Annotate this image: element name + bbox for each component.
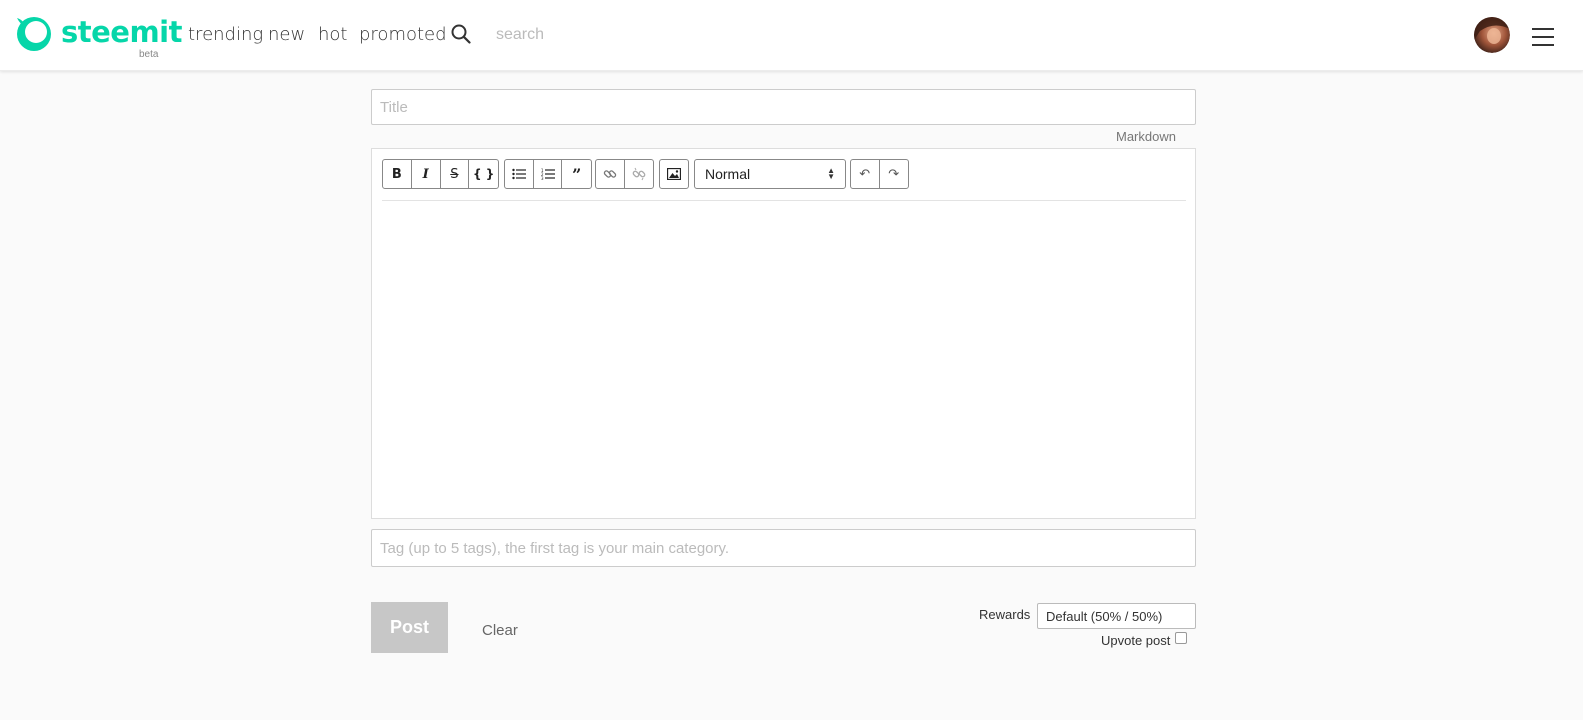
format-select-value: Normal [705, 166, 751, 182]
brand-name[interactable]: steemit [61, 15, 182, 49]
italic-icon[interactable]: I [412, 160, 441, 188]
nav-promoted[interactable]: promoted [359, 24, 447, 45]
unlink-icon[interactable] [625, 160, 653, 188]
image-button-group [659, 159, 689, 189]
rich-text-editor[interactable]: B I S { } 123 ” Normal ▲ ▼ ↶ ↷ [371, 148, 1196, 519]
nav-hot[interactable]: hot [318, 24, 347, 45]
link-icon[interactable] [596, 160, 625, 188]
clear-button[interactable]: Clear [482, 622, 518, 639]
redo-icon[interactable]: ↷ [880, 160, 908, 188]
upvote-post-label: Upvote post [1101, 633, 1171, 648]
user-avatar[interactable] [1474, 17, 1510, 53]
format-button-group: B I S { } [382, 159, 499, 189]
undo-icon[interactable]: ↶ [851, 160, 880, 188]
select-arrows-icon: ▲ ▼ [827, 166, 835, 181]
svg-text:3: 3 [541, 176, 544, 180]
ordered-list-icon[interactable]: 123 [534, 160, 563, 188]
title-input[interactable] [371, 89, 1196, 125]
link-button-group [595, 159, 654, 189]
format-select[interactable]: Normal ▲ ▼ [694, 159, 846, 189]
steemit-logo-icon[interactable] [14, 14, 54, 54]
image-icon[interactable] [660, 160, 688, 188]
blockquote-icon[interactable]: ” [562, 160, 591, 188]
search-icon[interactable] [451, 24, 471, 44]
nav-trending[interactable]: trending [188, 24, 263, 45]
search-input[interactable] [488, 21, 708, 49]
menu-icon[interactable] [1532, 28, 1554, 46]
rewards-select[interactable]: Default (50% / 50%) [1037, 603, 1196, 629]
post-button[interactable]: Post [371, 602, 448, 653]
strikethrough-icon[interactable]: S [441, 160, 470, 188]
tags-input[interactable] [371, 529, 1196, 567]
upvote-post-checkbox[interactable] [1175, 632, 1187, 644]
list-button-group: 123 ” [504, 159, 592, 189]
markdown-toggle-link[interactable]: Markdown [1116, 129, 1176, 144]
beta-label: beta [139, 49, 159, 60]
bold-icon[interactable]: B [383, 160, 412, 188]
history-button-group: ↶ ↷ [850, 159, 909, 189]
top-header: steemit beta trending new hot promoted [0, 0, 1583, 71]
bullet-list-icon[interactable] [505, 160, 534, 188]
code-block-icon[interactable]: { } [469, 160, 498, 188]
toolbar-divider [382, 200, 1186, 201]
rewards-label: Rewards [979, 607, 1031, 622]
nav-new[interactable]: new [268, 24, 305, 45]
